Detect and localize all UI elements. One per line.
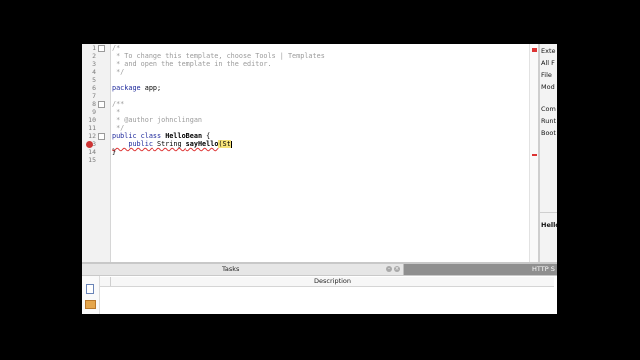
navigator-panel: Hello [538, 212, 557, 263]
line-number: 10 [88, 116, 96, 124]
fold-toggle-icon[interactable] [98, 133, 105, 140]
keyword: public class [112, 132, 162, 140]
line-number: 8 [92, 100, 96, 108]
ide-window: 1 2 3 4 5 6 7 8 9 10 11 12 13 14 15 /* *… [82, 44, 557, 314]
tasks-toolbar [82, 276, 100, 314]
code-line: * [112, 108, 121, 116]
line-number: 5 [92, 76, 96, 84]
code-line: /** [112, 100, 125, 108]
line-number-gutter: 1 2 3 4 5 6 7 8 9 10 11 12 13 14 15 [82, 44, 111, 262]
column-header-description[interactable]: Description [314, 277, 351, 285]
code-line: public String sayHello(St [112, 140, 232, 148]
line-number: 15 [88, 156, 96, 164]
document-icon[interactable] [86, 284, 94, 294]
code-line: package app; [112, 84, 161, 92]
line-number: 7 [92, 92, 96, 100]
column-divider[interactable] [110, 277, 111, 286]
tab-http-server[interactable]: HTTP S [404, 264, 557, 275]
code-line: * @author johnclingan [112, 116, 203, 124]
line-number: 12 [88, 132, 96, 140]
error-marker[interactable] [532, 154, 537, 156]
panel-item[interactable]: File [541, 71, 552, 79]
tasks-table-header: Description [100, 277, 554, 287]
fold-toggle-icon[interactable] [98, 45, 105, 52]
line-number: 2 [92, 52, 96, 60]
line-number: 6 [92, 84, 96, 92]
error-marker[interactable] [532, 48, 537, 52]
line-number: 9 [92, 108, 96, 116]
code-line: /* [112, 44, 121, 52]
keyword: public [112, 140, 153, 148]
code-line: */ [112, 68, 125, 76]
text-caret [230, 140, 232, 148]
error-icon[interactable] [86, 141, 93, 148]
panel-item[interactable]: All F [541, 59, 555, 67]
panel-item[interactable]: Exte [541, 47, 556, 55]
error-stripe[interactable] [529, 44, 538, 262]
line-number: 11 [88, 124, 96, 132]
folder-icon[interactable] [85, 300, 96, 309]
line-number: 1 [92, 44, 96, 52]
panel-item[interactable]: Mod [541, 83, 555, 91]
navigator-label: Hello [541, 221, 557, 229]
code-text: (St [218, 140, 231, 148]
tab-http-label: HTTP S [532, 265, 555, 273]
class-name: HelloBean [161, 132, 203, 140]
code-line: } [112, 148, 117, 156]
panel-item[interactable]: Boot [541, 129, 556, 137]
code-line: * To change this template, choose Tools … [112, 52, 325, 60]
tab-tasks-label: Tasks [222, 265, 240, 273]
code-text: app; [140, 84, 162, 92]
code-line: public class HelloBean { [112, 132, 210, 140]
code-text: { [202, 132, 211, 140]
output-panel: Tasks – × HTTP S Description [82, 262, 557, 314]
panel-item[interactable]: Runt [541, 117, 556, 125]
type-name: String [152, 140, 186, 148]
code-area[interactable]: /* * To change this template, choose Too… [112, 44, 532, 262]
minimize-icon[interactable]: – [386, 266, 392, 272]
panel-item[interactable]: Com [541, 105, 556, 113]
bottom-tab-bar: Tasks – × HTTP S [82, 264, 557, 276]
fold-toggle-icon[interactable] [98, 101, 105, 108]
method-name: sayHello [185, 140, 219, 148]
line-number: 4 [92, 68, 96, 76]
close-icon[interactable]: × [394, 266, 400, 272]
keyword: package [112, 84, 141, 92]
line-number: 14 [88, 148, 96, 156]
code-line: * and open the template in the editor. [112, 60, 272, 68]
code-line: */ [112, 124, 125, 132]
tab-tasks[interactable]: Tasks – × [82, 264, 404, 275]
line-number: 3 [92, 60, 96, 68]
code-editor[interactable]: 1 2 3 4 5 6 7 8 9 10 11 12 13 14 15 /* *… [82, 44, 538, 262]
